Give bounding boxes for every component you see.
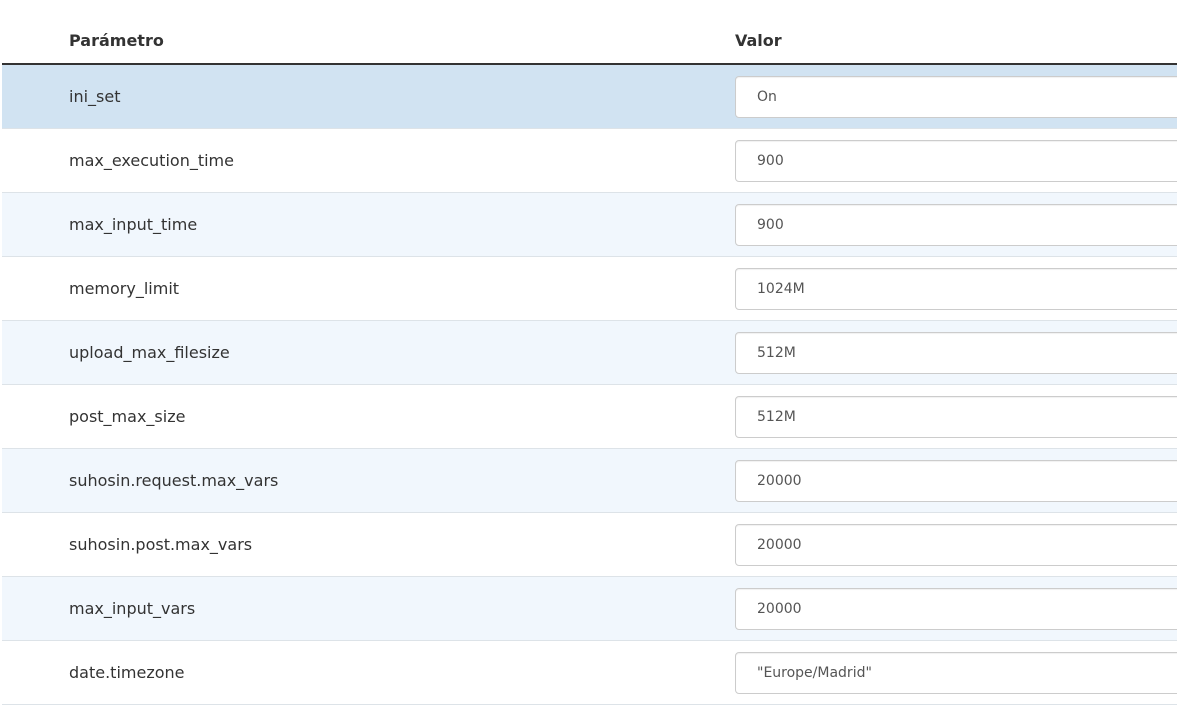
param-name: max_input_vars <box>69 599 196 618</box>
param-name: upload_max_filesize <box>69 343 230 362</box>
column-header-param: Parámetro <box>69 31 164 50</box>
param-name: suhosin.request.max_vars <box>69 471 279 490</box>
table-row[interactable]: memory_limit <box>2 257 1177 321</box>
param-name: post_max_size <box>69 407 186 426</box>
value-input[interactable] <box>735 396 1177 438</box>
value-input[interactable] <box>735 76 1177 118</box>
table-row[interactable]: suhosin.post.max_vars <box>2 513 1177 577</box>
param-name: date.timezone <box>69 663 185 682</box>
value-input[interactable] <box>735 460 1177 502</box>
table-row[interactable]: upload_max_filesize <box>2 321 1177 385</box>
param-name: max_input_time <box>69 215 198 234</box>
table-row[interactable]: max_input_time <box>2 193 1177 257</box>
value-input[interactable] <box>735 140 1177 182</box>
value-input[interactable] <box>735 268 1177 310</box>
php-settings-table: Parámetro Valor ini_set max_execution_ti… <box>2 0 1177 705</box>
table-row[interactable]: max_input_vars <box>2 577 1177 641</box>
table-row[interactable]: ini_set <box>2 65 1177 129</box>
value-input[interactable] <box>735 332 1177 374</box>
param-name: memory_limit <box>69 279 180 298</box>
value-input[interactable] <box>735 588 1177 630</box>
table-header: Parámetro Valor <box>2 0 1177 65</box>
param-name: ini_set <box>69 87 121 106</box>
value-input[interactable] <box>735 524 1177 566</box>
table-row[interactable]: post_max_size <box>2 385 1177 449</box>
value-input[interactable] <box>735 204 1177 246</box>
table-row[interactable]: date.timezone <box>2 641 1177 705</box>
param-name: suhosin.post.max_vars <box>69 535 253 554</box>
table-row[interactable]: suhosin.request.max_vars <box>2 449 1177 513</box>
param-name: max_execution_time <box>69 151 234 170</box>
column-header-value: Valor <box>735 31 782 50</box>
value-input[interactable] <box>735 652 1177 694</box>
table-row[interactable]: max_execution_time <box>2 129 1177 193</box>
